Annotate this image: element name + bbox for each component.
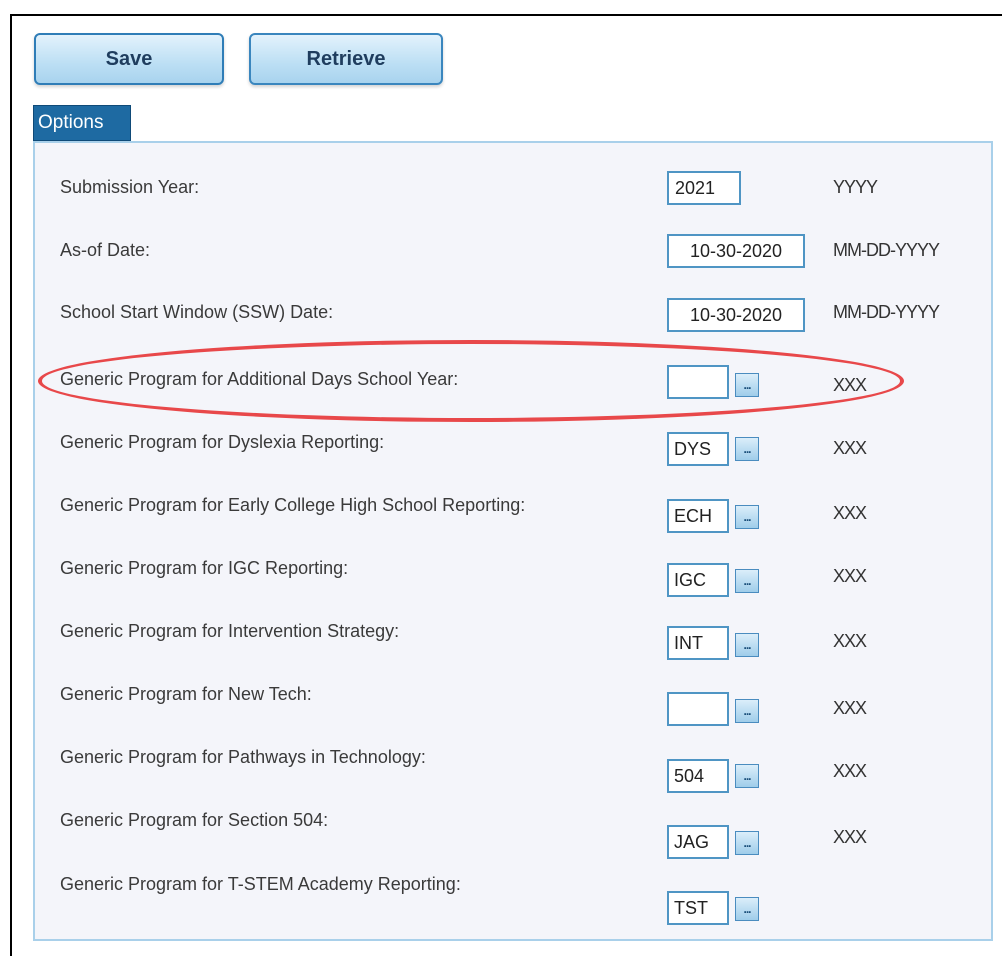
additional-days-program-input[interactable] [667,365,729,399]
option-row-ssw-date: School Start Window (SSW) Date: 10-30-20… [35,298,991,342]
format-hint: XXX [833,503,867,523]
format-hint: XXX [833,438,867,458]
option-row-pathways: Generic Program for Pathways in Technolo… [35,747,991,793]
option-row-tstem: Generic Program for T-STEM Academy Repor… [35,874,991,925]
ellipsis-lookup-icon[interactable]: ... [735,437,759,461]
option-row-as-of-date: As-of Date: 10-30-2020 MM-DD-YYYY [35,234,991,280]
ellipsis-lookup-icon[interactable]: ... [735,897,759,921]
option-row-early-college: Generic Program for Early College High S… [35,495,991,535]
option-row-additional-days: Generic Program for Additional Days Scho… [35,365,991,409]
format-hint: XXX [833,761,867,781]
section-504-program-input[interactable]: JAG [667,825,729,859]
format-hint: MM-DD-YYYY [833,302,940,322]
retrieve-button[interactable]: Retrieve [249,33,443,85]
option-row-new-tech: Generic Program for New Tech: ... XXX [35,684,991,726]
pathways-program-input[interactable]: 504 [667,759,729,793]
options-panel: Submission Year: 2021 YYYY As-of Date: 1… [33,141,993,941]
option-row-igc: Generic Program for IGC Reporting: IGC .… [35,558,991,598]
format-hint: MM-DD-YYYY [833,240,940,260]
ellipsis-lookup-icon[interactable]: ... [735,831,759,855]
format-hint: XXX [833,566,867,586]
format-hint: XXX [833,375,867,395]
ssw-date-input[interactable]: 10-30-2020 [667,298,805,332]
option-row-section-504: Generic Program for Section 504: JAG ...… [35,810,991,859]
dyslexia-program-input[interactable]: DYS [667,432,729,466]
save-button[interactable]: Save [34,33,224,85]
option-label: Generic Program for Pathways in Technolo… [60,747,426,767]
submission-year-input[interactable]: 2021 [667,171,741,205]
option-label: Generic Program for Intervention Strateg… [60,621,400,641]
tab-options[interactable]: Options [33,105,131,141]
option-label: Submission Year: [60,177,200,197]
format-hint: XXX [833,827,867,847]
option-row-submission-year: Submission Year: 2021 YYYY [35,171,991,217]
option-label: Generic Program for T-STEM Academy Repor… [60,874,461,894]
ellipsis-lookup-icon[interactable]: ... [735,699,759,723]
as-of-date-input[interactable]: 10-30-2020 [667,234,805,268]
format-hint: XXX [833,631,867,651]
ellipsis-lookup-icon[interactable]: ... [735,764,759,788]
tstem-program-input[interactable]: TST [667,891,729,925]
format-hint: YYYY [833,177,878,197]
ellipsis-lookup-icon[interactable]: ... [735,373,759,397]
igc-program-input[interactable]: IGC [667,563,729,597]
option-label: Generic Program for Early College High S… [60,495,526,515]
option-row-dyslexia: Generic Program for Dyslexia Reporting: … [35,432,991,472]
format-hint: XXX [833,698,867,718]
option-label: Generic Program for IGC Reporting: [60,558,349,578]
ellipsis-lookup-icon[interactable]: ... [735,569,759,593]
option-label: Generic Program for Additional Days Scho… [60,369,459,389]
option-row-intervention: Generic Program for Intervention Strateg… [35,621,991,661]
option-label: As-of Date: [60,240,151,260]
early-college-program-input[interactable]: ECH [667,499,729,533]
ellipsis-lookup-icon[interactable]: ... [735,505,759,529]
intervention-program-input[interactable]: INT [667,626,729,660]
option-label: School Start Window (SSW) Date: [60,302,334,322]
option-label: Generic Program for Section 504: [60,810,329,830]
ellipsis-lookup-icon[interactable]: ... [735,633,759,657]
new-tech-program-input[interactable] [667,692,729,726]
option-label: Generic Program for Dyslexia Reporting: [60,432,385,452]
option-label: Generic Program for New Tech: [60,684,312,704]
